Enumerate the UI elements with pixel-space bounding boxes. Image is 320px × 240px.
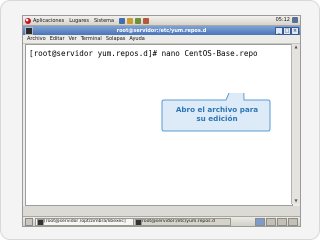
terminal-icon <box>25 27 33 35</box>
workspace-2[interactable] <box>266 218 276 226</box>
menu-aplicaciones[interactable]: Aplicaciones <box>33 18 64 24</box>
window-menubar: Archivo Editar Ver Terminal Solapas Ayud… <box>23 35 300 44</box>
mail-launcher-icon[interactable] <box>127 17 134 24</box>
top-panel: Aplicaciones Lugares Sistema 05:12 <box>23 16 300 26</box>
workspace-1[interactable] <box>255 218 265 226</box>
clock[interactable]: 05:12 <box>276 17 290 23</box>
menu-archivo[interactable]: Archivo <box>27 36 46 42</box>
maximize-button[interactable]: □ <box>283 27 291 35</box>
bottom-panel: [root@servidor /opt/zimbra/libexec] root… <box>23 216 300 226</box>
taskbar-item-zimbra[interactable]: [root@servidor /opt/zimbra/libexec] <box>35 218 137 226</box>
window-title: root@servidor:/etc/yum.repos.d <box>116 27 207 34</box>
scroll-down-icon[interactable]: ▼ <box>293 198 299 204</box>
terminal-icon <box>135 219 142 225</box>
menu-solapas[interactable]: Solapas <box>106 36 126 42</box>
minimize-button[interactable]: _ <box>275 27 283 35</box>
terminal-icon <box>37 219 44 225</box>
close-button[interactable]: × <box>291 27 299 35</box>
menu-terminal[interactable]: Terminal <box>81 36 102 42</box>
browser-launcher-icon[interactable] <box>119 17 126 24</box>
workspace-4[interactable] <box>288 218 298 226</box>
terminal-scrollbar[interactable]: ▲ ▼ <box>291 44 300 204</box>
notes-launcher-icon[interactable] <box>135 17 142 24</box>
menu-ayuda[interactable]: Ayuda <box>129 36 144 42</box>
show-desktop-icon[interactable] <box>25 218 33 226</box>
tray-icon[interactable] <box>292 17 298 23</box>
taskbar-item-label: [root@servidor /opt/zimbra/libexec] <box>44 219 126 224</box>
callout-text: Abro el archivo para su edición <box>175 105 259 123</box>
office-launcher-icon[interactable] <box>143 17 150 24</box>
taskbar-item-label: root@servidor:/etc/yum.repos.d <box>142 219 215 224</box>
distro-logo-icon <box>25 17 31 24</box>
menu-editar[interactable]: Editar <box>50 36 65 42</box>
callout-bubble: Abro el archivo para su edición <box>160 93 272 133</box>
menu-lugares[interactable]: Lugares <box>69 18 89 24</box>
taskbar-item-yum-repos[interactable]: root@servidor:/etc/yum.repos.d <box>133 218 231 226</box>
command-line: [root@servidor yum.repos.d]# nano CentOS… <box>29 49 258 58</box>
desktop-screenshot: Aplicaciones Lugares Sistema 05:12 root@… <box>22 15 301 227</box>
menu-sistema[interactable]: Sistema <box>94 18 114 24</box>
scroll-up-icon[interactable]: ▲ <box>293 44 299 50</box>
menu-ver[interactable]: Ver <box>69 36 77 42</box>
workspace-switcher[interactable] <box>254 218 298 226</box>
window-titlebar[interactable]: root@servidor:/etc/yum.repos.d _ □ × <box>23 26 300 35</box>
workspace-3[interactable] <box>277 218 287 226</box>
